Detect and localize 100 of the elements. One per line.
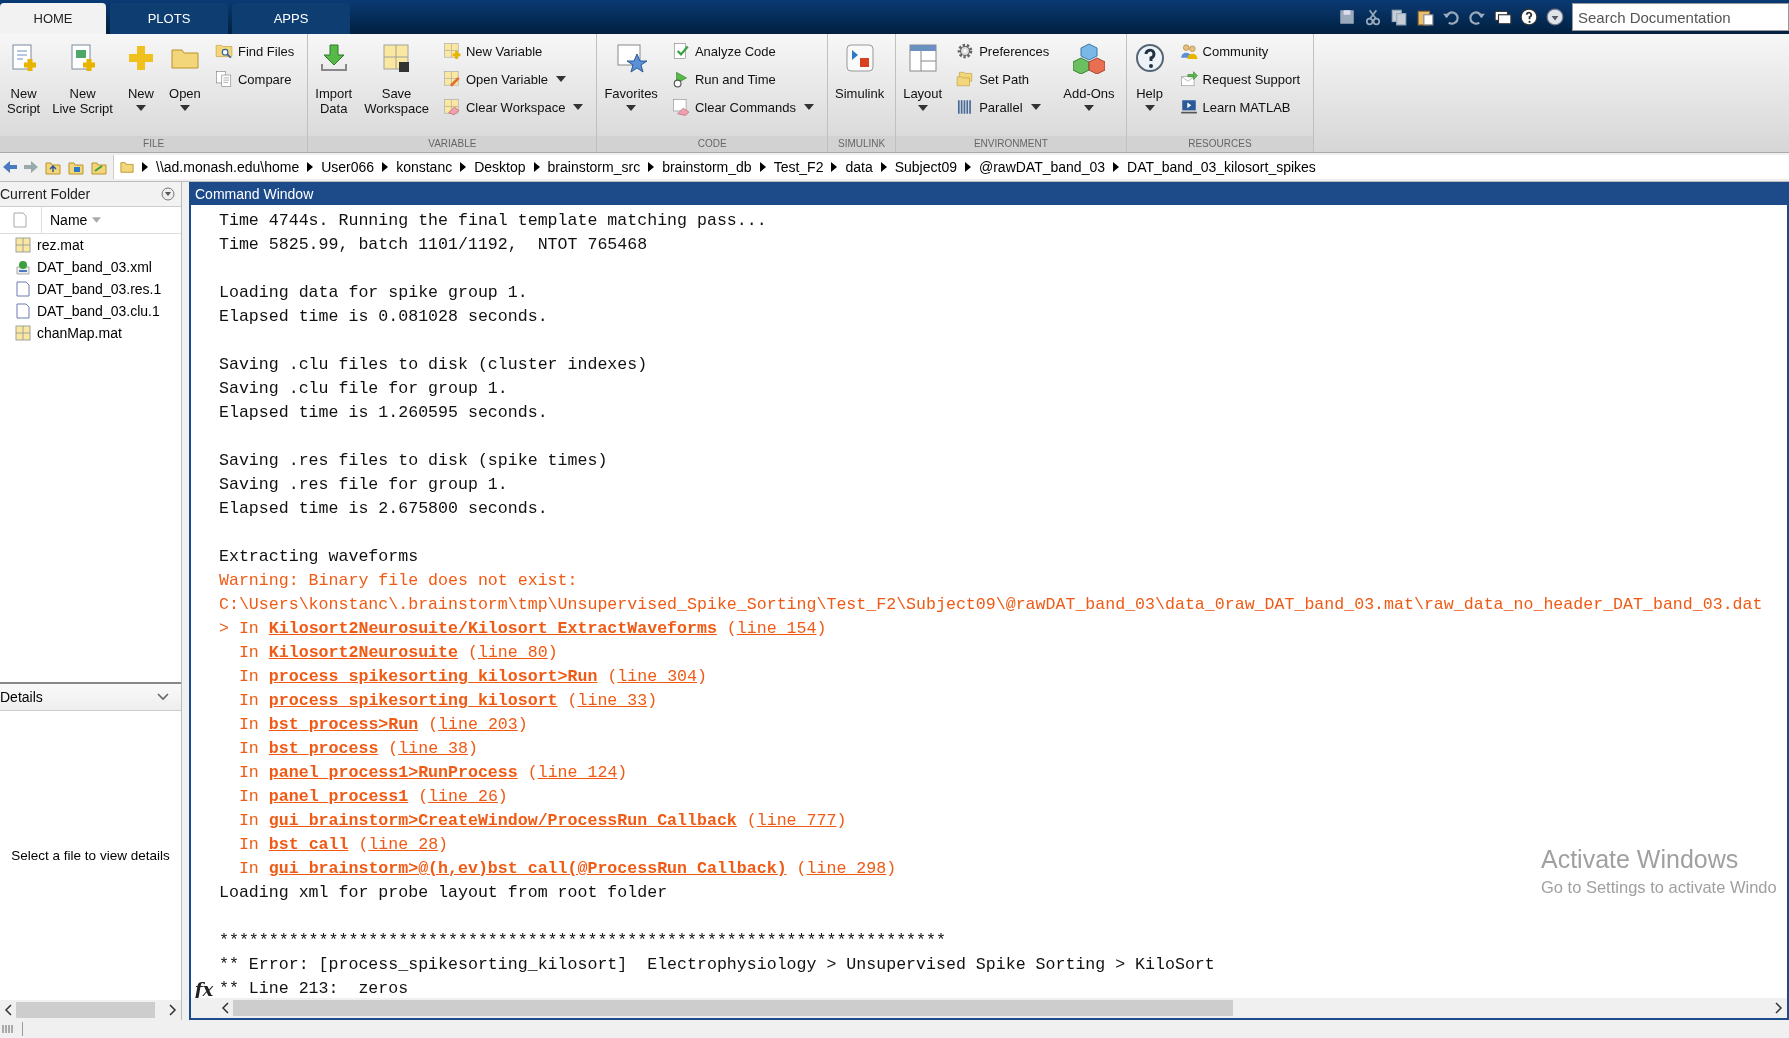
chevron-down-icon[interactable] xyxy=(157,693,169,701)
function-prompt[interactable]: fx xyxy=(194,978,214,998)
toolbar-button[interactable]: Learn MATLAB xyxy=(1176,96,1304,118)
toolbar-button[interactable]: New Live Script xyxy=(47,40,118,118)
toolbar-button[interactable]: Analyze Code xyxy=(668,40,818,62)
breadcrumb[interactable]: Subject09 xyxy=(894,159,957,175)
chevron-right-icon[interactable] xyxy=(831,162,838,172)
panel-title: Details xyxy=(0,689,43,705)
toolbar-button[interactable]: New Variable xyxy=(439,40,587,62)
toolbar-button[interactable]: Compare xyxy=(211,68,298,90)
warning-line: Warning: Binary file does not exist: xyxy=(218,570,578,592)
dropdown-icon[interactable] xyxy=(1546,8,1564,26)
output-line: Time 4744s. Running the final template matching pass... xyxy=(218,210,767,232)
toolbar-button[interactable]: Layout xyxy=(898,40,948,113)
folder-arrow-icon[interactable] xyxy=(90,159,108,175)
line-link[interactable]: line 304 xyxy=(617,667,697,686)
chevron-right-icon[interactable] xyxy=(169,1004,177,1016)
folder-icon[interactable] xyxy=(67,159,85,175)
breadcrumb[interactable]: DAT_band_03_kilosort_spikes xyxy=(1127,159,1316,175)
panel-title: Command Window xyxy=(195,186,314,202)
ribbon-tab[interactable]: PLOTS xyxy=(110,3,228,34)
folder-icon xyxy=(120,160,134,174)
breadcrumb[interactable]: @rawDAT_band_03 xyxy=(979,159,1105,175)
chevron-right-icon[interactable] xyxy=(965,162,971,172)
scrollbar[interactable] xyxy=(191,998,1787,1018)
redo-icon[interactable] xyxy=(1468,8,1486,26)
output-line: Loading xml for probe layout from root folder xyxy=(218,882,668,904)
stack-trace-line: > In Kilosort2Neurosuite/Kilosort_ExtractWaveforms (line 154) xyxy=(218,618,827,640)
toolbar-button[interactable]: New Script xyxy=(2,40,46,118)
grid-icon xyxy=(15,325,31,341)
chevron-right-icon[interactable] xyxy=(533,162,540,172)
file-item[interactable]: rez.mat xyxy=(0,234,181,256)
output-line: Saving .clu file for group 1. xyxy=(218,378,508,400)
breadcrumb[interactable]: brainstorm_db xyxy=(662,159,752,175)
group-label: FILE xyxy=(0,136,308,152)
window-icon[interactable] xyxy=(1494,8,1512,26)
undo-icon[interactable] xyxy=(1442,8,1460,26)
grid-pencil-icon xyxy=(442,70,461,88)
path-field[interactable]: \\ad.monash.edu\home User066 konstanc Desktop brainstorm_src brainstorm_db Test_F2 data Subject09 @rawDAT_band_03 DAT_band_03_kilosort_spikes xyxy=(113,155,1789,179)
breadcrumb[interactable]: brainstorm_src xyxy=(547,159,641,175)
chevron-right-icon[interactable] xyxy=(648,162,655,172)
paste-icon[interactable] xyxy=(1416,8,1434,26)
toolbar-button[interactable]: Run and Time xyxy=(668,68,818,90)
play-clock-icon xyxy=(671,70,690,88)
stack-trace-line: In bst_process>Run (line 203) xyxy=(237,714,528,736)
grid-icon xyxy=(15,237,31,253)
back-arrow-icon[interactable] xyxy=(2,159,18,175)
search-field[interactable]: Search Documentation xyxy=(1572,3,1789,31)
help-icon[interactable] xyxy=(1520,8,1538,26)
chevron-right-icon[interactable] xyxy=(759,162,766,172)
breadcrumb[interactable]: data xyxy=(845,159,873,175)
scrollbar[interactable] xyxy=(0,1000,181,1020)
breadcrumb[interactable]: Desktop xyxy=(474,159,526,175)
chevron-right-icon[interactable] xyxy=(460,162,467,172)
cut-icon[interactable] xyxy=(1364,8,1382,26)
toolbar-button[interactable]: Clear Commands xyxy=(668,96,818,118)
toolbar-button[interactable]: Save Workspace xyxy=(359,40,434,118)
envelope-arrow-icon xyxy=(1179,70,1198,88)
toolbar-button[interactable]: Preferences xyxy=(953,40,1053,62)
stack-trace-line: In bst_process (line 38) xyxy=(237,738,478,760)
chevron-right-icon[interactable] xyxy=(307,162,314,172)
file-item[interactable]: DAT_band_03.res.1 xyxy=(0,278,181,300)
toolbar-button[interactable]: Open Variable xyxy=(439,68,587,90)
toolbar-button[interactable]: Simulink xyxy=(830,40,890,103)
breadcrumb[interactable]: User066 xyxy=(321,159,375,175)
toolbar-button[interactable]: Community xyxy=(1176,40,1304,62)
ribbon-tab[interactable]: APPS xyxy=(232,3,350,34)
file-item[interactable]: DAT_band_03.clu.1 xyxy=(0,300,181,322)
toolbar-button[interactable]: Set Path xyxy=(953,68,1053,90)
breadcrumb[interactable]: Test_F2 xyxy=(773,159,824,175)
document-globe-icon xyxy=(15,259,31,275)
breadcrumb[interactable]: konstanc xyxy=(396,159,453,175)
chevron-right-icon[interactable] xyxy=(142,162,148,172)
toolbar-button[interactable]: New xyxy=(119,40,162,113)
toolbar-button[interactable]: Parallel xyxy=(953,96,1053,118)
eraser-icon xyxy=(671,98,690,116)
file-item[interactable]: chanMap.mat xyxy=(0,322,181,344)
chevron-left-icon[interactable] xyxy=(4,1004,12,1016)
toolbar-button[interactable]: Add-Ons xyxy=(1058,40,1120,113)
toolbar-button[interactable]: Import Data xyxy=(310,40,358,118)
folder-up-icon[interactable] xyxy=(44,159,62,175)
ribbon-tab[interactable]: HOME xyxy=(0,3,106,34)
output-line: Elapsed time is 2.675800 seconds. xyxy=(218,498,548,520)
dropdown-icon[interactable] xyxy=(161,187,175,201)
chevron-left-icon[interactable] xyxy=(221,1002,229,1014)
file-item[interactable]: DAT_band_03.xml xyxy=(0,256,181,278)
toolbar-button[interactable]: Find Files xyxy=(211,40,298,62)
compare-icon xyxy=(214,70,233,88)
chevron-right-icon[interactable] xyxy=(1775,1002,1783,1014)
chevron-right-icon[interactable] xyxy=(1113,162,1119,172)
toolbar-button[interactable]: Request Support xyxy=(1176,68,1304,90)
toolbar-button[interactable]: Help xyxy=(1128,40,1171,113)
chevron-right-icon[interactable] xyxy=(382,162,389,172)
toolbar-button[interactable]: Open xyxy=(163,40,206,113)
chevron-right-icon[interactable] xyxy=(880,162,887,172)
toolbar-button[interactable]: Favorites xyxy=(599,40,663,113)
breadcrumb[interactable]: \\ad.monash.edu\home xyxy=(156,159,300,175)
toolbar-button[interactable]: Clear Workspace xyxy=(439,96,587,118)
copy-icon[interactable] xyxy=(1390,8,1408,26)
save-icon[interactable] xyxy=(1338,8,1356,26)
